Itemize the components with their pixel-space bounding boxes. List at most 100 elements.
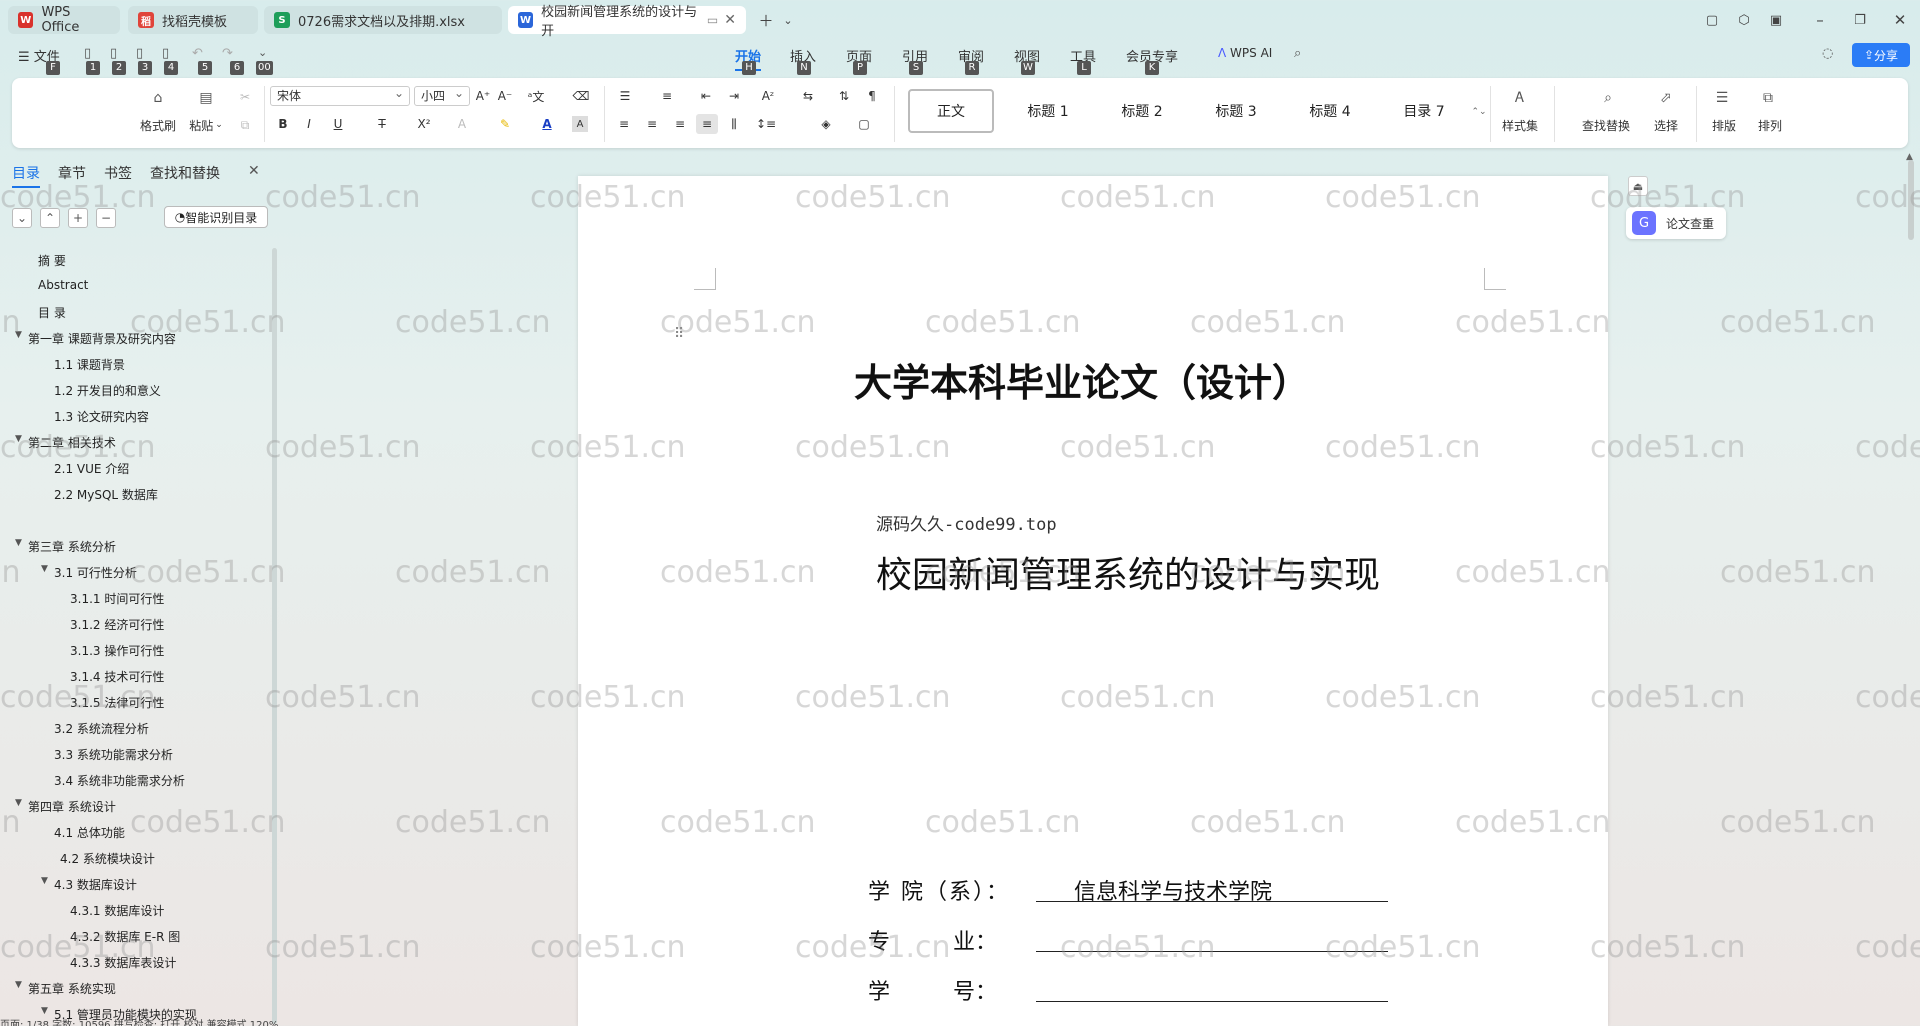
text-direction-icon[interactable]: Aᶻ [754,86,782,106]
toc-item[interactable]: 4.2 系统模块设计 [60,850,155,867]
font-family-select[interactable]: 宋体 [270,84,410,106]
border-icon[interactable]: ▢ [850,114,878,134]
toc-item[interactable]: 1.2 开发目的和意义 [54,382,161,399]
tab-docer-templates[interactable]: 稻 找稻壳模板 [128,6,258,34]
arrange-button[interactable]: 排列 [1748,116,1792,134]
expand-triangle-icon[interactable]: ▼ [15,980,22,990]
increase-indent-icon[interactable]: ⇥ [724,86,744,106]
minimize-icon[interactable]: – [1810,10,1830,30]
toc-item[interactable]: 3.1.5 法律可行性 [70,694,164,711]
find-replace-icon[interactable]: ⌕ [1592,86,1624,110]
format-painter-button[interactable]: 格式刷 [136,116,180,134]
bullet-list-icon[interactable]: ☰ [612,86,638,106]
toc-item[interactable]: 目 录 [38,304,66,321]
document-scrollbar[interactable] [1908,160,1914,240]
close-window-icon[interactable]: ✕ [1890,10,1910,30]
toc-item[interactable]: ▼ 第三章 系统分析 [15,538,116,555]
toc-item[interactable]: 2.2 MySQL 数据库 [54,486,158,503]
toc-item[interactable]: 4.3.1 数据库设计 [70,902,164,919]
text-effect-button[interactable]: A [448,114,476,134]
toc-item[interactable]: 摘 要 [38,252,66,269]
font-color-button[interactable]: A [532,114,562,134]
nav-scrollbar[interactable] [272,248,277,1024]
char-shading-button[interactable]: A [572,116,588,132]
style-heading-1[interactable]: 标题 1 [1004,89,1092,133]
nav-tab-chapters[interactable]: 章节 [58,163,86,183]
format-painter-icon[interactable]: ⌂ [142,86,174,110]
close-tab-icon[interactable]: ✕ [724,12,736,28]
clear-format-icon[interactable]: ⌫ [570,86,592,106]
grow-font-icon[interactable]: A⁺ [474,86,492,106]
collapse-down-icon[interactable]: ⌄ [12,208,32,228]
toc-item[interactable]: 4.1 总体功能 [54,824,125,841]
toc-item[interactable]: 4.3.3 数据库表设计 [70,954,176,971]
line-spacing-icon[interactable]: ↕≡ [752,114,780,134]
style-heading-2[interactable]: 标题 2 [1098,89,1186,133]
expand-triangle-icon[interactable]: ▼ [15,434,22,444]
expand-triangle-icon[interactable]: ▼ [15,538,22,548]
toc-item[interactable]: ▼ 第二章 相关技术 [15,434,116,451]
styles-scroll-icon[interactable]: ⌃⌄ [1471,90,1486,134]
select-icon[interactable]: ⬀ [1650,86,1682,110]
window-layout-icon[interactable]: ▢ [1702,10,1722,30]
tab-list-chevron-icon[interactable]: ⌄ [778,10,798,30]
align-right-icon[interactable]: ≡ [670,114,690,134]
distributed-icon[interactable]: ⫼ [724,114,744,134]
toc-item[interactable]: ▼ 4.3 数据库设计 [41,876,137,893]
avatar-icon[interactable]: ▣ [1766,10,1786,30]
drag-handle-icon[interactable]: ⠿ [674,326,684,342]
copy-icon[interactable]: ⧉ [234,114,256,136]
close-pane-icon[interactable]: ✕ [248,163,260,179]
toc-item[interactable]: 3.1.3 操作可行性 [70,642,164,659]
quick-access-save-icon[interactable]: ▯ [136,46,143,61]
style-toc-7[interactable]: 目录 7 [1380,89,1468,133]
comment-icon[interactable]: ◌ [1822,46,1833,61]
nav-tab-toc[interactable]: 目录 [12,163,40,188]
expand-triangle-icon[interactable]: ▼ [41,876,48,886]
style-heading-3[interactable]: 标题 3 [1192,89,1280,133]
style-set-icon[interactable]: Ꭺ [1502,86,1538,110]
expand-triangle-icon[interactable]: ▼ [41,564,48,574]
tab-document-active[interactable]: W 校园新闻管理系统的设计与开 ▭ ✕ [508,5,746,39]
quick-access-new-icon[interactable]: ▯ [84,46,91,61]
layout-button[interactable]: 排版 [1702,116,1746,134]
expand-triangle-icon[interactable]: ▼ [41,1006,48,1016]
superscript-button[interactable]: X² [410,114,438,134]
paste-icon[interactable]: ▤ [190,86,222,110]
add-icon[interactable]: + [68,208,88,228]
toc-item[interactable]: 3.1.4 技术可行性 [70,668,164,685]
strikethrough-button[interactable]: T [370,114,394,134]
toc-item[interactable]: ▼ 第一章 课题背景及研究内容 [15,330,176,347]
toc-item[interactable]: 2.1 VUE 介绍 [54,460,129,477]
nav-tab-find-replace[interactable]: 查找和替换 [150,163,220,183]
style-heading-4[interactable]: 标题 4 [1286,89,1374,133]
underline-button[interactable]: U [326,114,350,134]
document-page[interactable]: ⠿ 大学本科毕业论文（设计） 源码久久-code99.top 校园新闻管理系统的… [578,176,1608,1026]
toc-item[interactable]: 1.3 论文研究内容 [54,408,149,425]
tab-spreadsheet[interactable]: S 0726需求文档以及排期.xlsx [264,6,502,34]
justify-icon[interactable]: ≡ [696,114,718,134]
expand-up-icon[interactable]: ⌃ [40,208,60,228]
cube-icon[interactable]: ⬡ [1734,10,1754,30]
smart-toc-button[interactable]: ◔ 智能识别目录 [164,206,268,228]
toc-item[interactable]: ▼ 3.1 可行性分析 [41,564,137,581]
highlight-icon[interactable]: ✎ [490,114,520,134]
share-button[interactable]: ⇪ 分享 [1852,43,1910,67]
expand-triangle-icon[interactable]: ▼ [15,798,22,808]
eject-icon[interactable]: ⏏ [1628,176,1648,196]
toc-item[interactable]: 3.1.2 经济可行性 [70,616,164,633]
find-replace-button[interactable]: 查找替换 [1574,116,1638,134]
expand-triangle-icon[interactable]: ▼ [15,330,22,340]
toc-item[interactable]: 3.1.1 时间可行性 [70,590,164,607]
new-tab-icon[interactable]: ＋ [756,10,776,30]
arrange-icon[interactable]: ⧉ [1752,86,1784,110]
select-button[interactable]: 选择 [1644,116,1688,134]
quick-access-more-icon[interactable]: ⌄ [258,46,267,59]
chinese-layout-icon[interactable]: ⇆ [794,86,822,106]
paste-button[interactable]: 粘贴 ⌄ [184,116,228,134]
align-left-icon[interactable]: ≡ [614,114,634,134]
monitor-icon[interactable]: ▭ [707,13,718,27]
quick-access-print-icon[interactable]: ▯ [162,46,169,61]
quick-access-open-icon[interactable]: ▯ [110,46,117,61]
italic-button[interactable]: I [300,114,318,134]
